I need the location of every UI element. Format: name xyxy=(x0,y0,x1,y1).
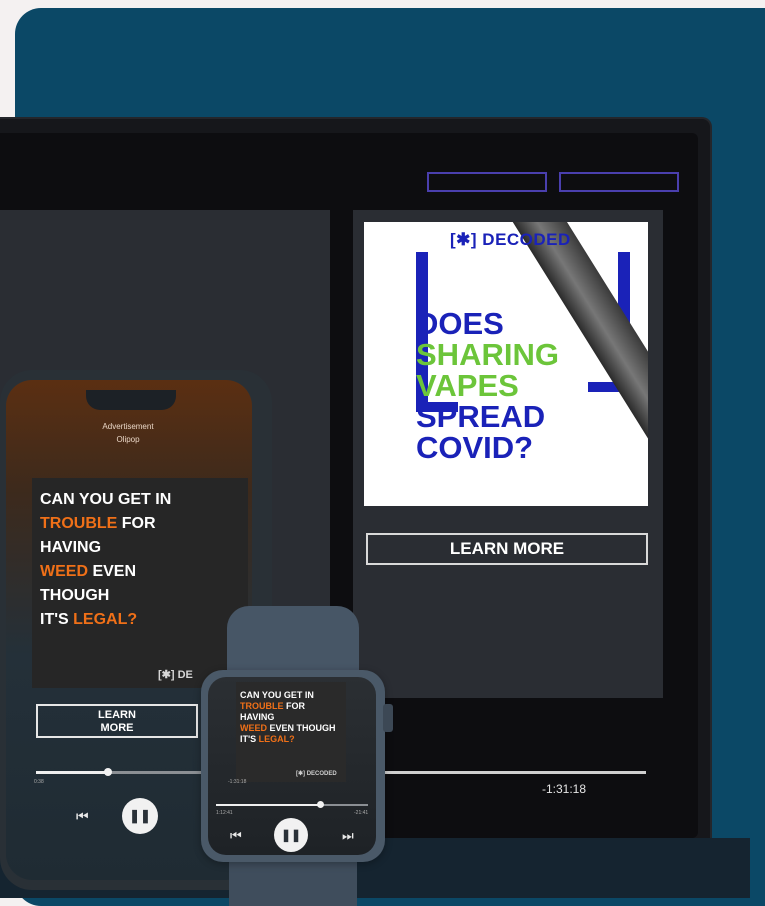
phone-learn-more-button[interactable]: LEARN MORE xyxy=(36,704,198,738)
previous-icon[interactable]: ⏮ xyxy=(76,808,89,825)
nav-button-1[interactable] xyxy=(427,172,547,192)
watch-ad-headline: CAN YOU GET IN TROUBLE FOR HAVING WEED E… xyxy=(240,690,336,745)
headline-line: IT'S LEGAL? xyxy=(40,611,138,628)
pause-icon[interactable]: ❚❚ xyxy=(122,798,158,834)
watch-previous-icon[interactable]: ⏮ xyxy=(230,828,242,844)
watch-progress-knob[interactable] xyxy=(317,801,324,808)
watch-crown[interactable] xyxy=(383,704,393,732)
ad-brand-text: Olipop xyxy=(116,435,140,444)
phone-progress-knob[interactable] xyxy=(104,768,112,776)
headline-line: CAN YOU GET IN xyxy=(240,690,314,700)
phone-progress-fill xyxy=(36,771,108,774)
headline-line: CAN YOU GET IN xyxy=(40,491,172,508)
ad-headline: DOES SHARING VAPES SPREAD COVID? xyxy=(416,308,559,463)
ad-label: Advertisement Olipop xyxy=(78,420,178,446)
watch-strap-bottom xyxy=(229,858,357,906)
headline-line: HAVING xyxy=(40,539,102,556)
headline-line: HAVING xyxy=(240,712,275,722)
ad-image[interactable]: [✱] DECODED DOES SHARING VAPES SPREAD CO… xyxy=(364,222,648,506)
headline-line: WEED EVEN xyxy=(40,563,137,580)
headline-line: WEED EVEN THOUGH xyxy=(240,723,336,733)
laptop-time-remaining: -1:31:18 xyxy=(542,782,587,796)
decoded-logo: [✱] DECODED xyxy=(450,230,571,249)
watch-decoded-logo: [✱] DECODED xyxy=(296,771,337,777)
watch-next-icon[interactable]: ⏭ xyxy=(342,828,354,844)
headline-line: THOUGH xyxy=(40,587,110,604)
ad-label-text: Advertisement xyxy=(102,422,154,431)
headline-line: SHARING xyxy=(416,337,559,372)
headline-line: VAPES xyxy=(416,368,519,403)
headline-line: SPREAD xyxy=(416,399,546,434)
phone-ad-headline: CAN YOU GET IN TROUBLE FOR HAVING WEED E… xyxy=(40,488,171,632)
learn-more-button[interactable]: LEARN MORE xyxy=(366,533,648,565)
phone-notch xyxy=(86,390,176,410)
headline-line: TROUBLE FOR xyxy=(40,515,156,532)
headline-line: COVID? xyxy=(416,430,534,465)
laptop-progress-bar[interactable] xyxy=(384,771,646,774)
phone-decoded-logo: [✱] DE xyxy=(158,669,193,681)
watch-time-left: -1:31:18 xyxy=(228,779,247,785)
headline-line: IT'S LEGAL? xyxy=(240,734,295,744)
headline-line: TROUBLE FOR xyxy=(240,701,305,711)
watch-pause-icon[interactable]: ❚❚ xyxy=(274,818,308,852)
watch-time-elapsed: 1:12:41 xyxy=(216,810,233,816)
watch-time-remaining: -21:41 xyxy=(354,810,369,816)
learn-more-line: MORE xyxy=(100,722,134,734)
nav-button-2[interactable] xyxy=(559,172,679,192)
learn-more-line: LEARN xyxy=(98,709,136,721)
phone-time-elapsed: 0:38 xyxy=(34,779,44,785)
headline-line: DOES xyxy=(416,306,504,341)
watch-progress-fill xyxy=(216,804,320,806)
